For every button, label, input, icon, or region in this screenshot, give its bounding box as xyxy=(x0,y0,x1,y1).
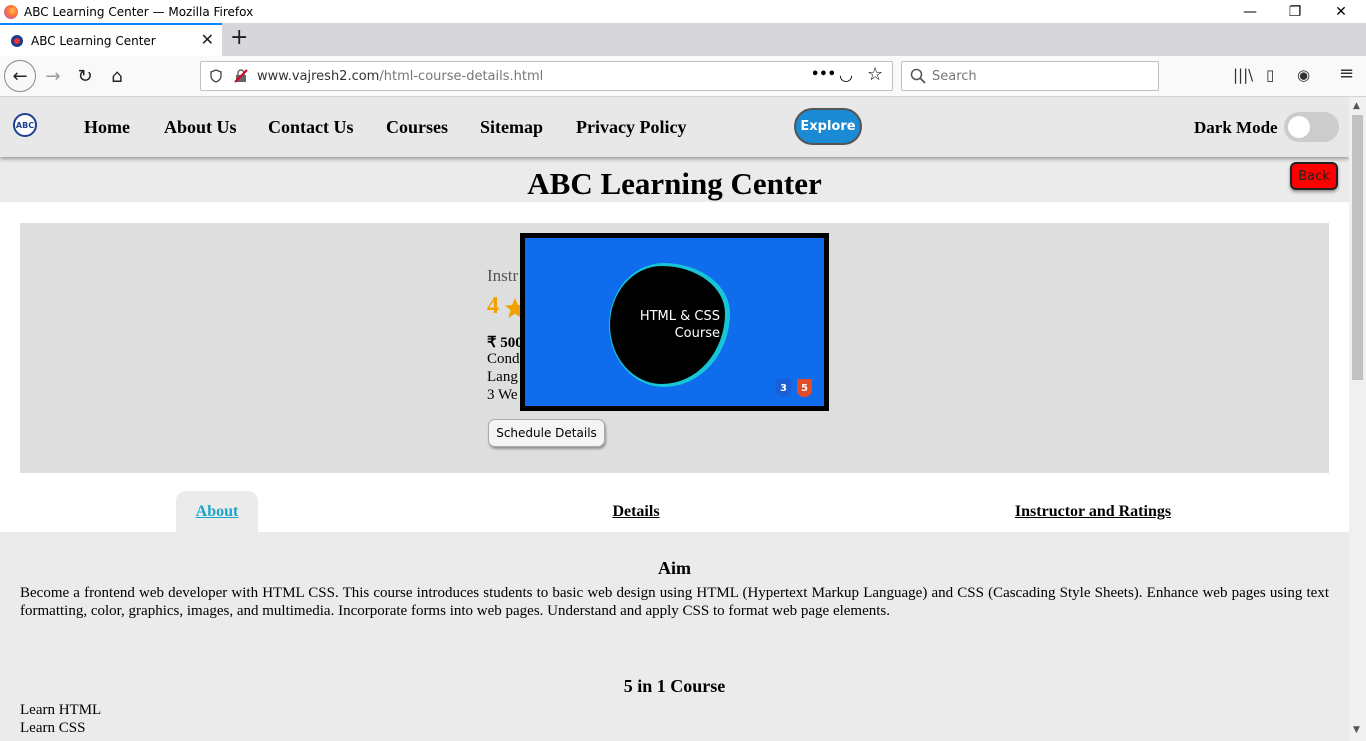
tab-about[interactable]: About xyxy=(176,491,258,532)
nav-about-us[interactable]: About Us xyxy=(164,117,237,138)
site-favicon-icon xyxy=(11,34,23,47)
home-button[interactable]: ⌂ xyxy=(102,61,132,91)
scrollbar-thumb[interactable] xyxy=(1352,115,1363,380)
course-thumbnail[interactable]: HTML & CSS Course 3 5 xyxy=(520,233,829,411)
five-in-one-heading: 5 in 1 Course xyxy=(623,676,726,696)
schedule-details-button[interactable]: Schedule Details xyxy=(488,419,605,447)
url-bar[interactable]: www.vajresh2.com/html-course-details.htm… xyxy=(200,61,893,91)
site-logo[interactable]: ABC xyxy=(13,113,37,137)
thumbnail-line-2: Course xyxy=(674,326,720,341)
scroll-down-icon[interactable]: ▼ xyxy=(1353,725,1360,735)
back-button[interactable]: ← xyxy=(4,60,36,92)
title-band: ABC Learning Center Back xyxy=(0,157,1349,202)
url-path: /html-course-details.html xyxy=(379,68,544,84)
learn-item: Learn CSS xyxy=(20,720,86,736)
shield-icon[interactable] xyxy=(209,69,223,83)
nav-contact-us[interactable]: Contact Us xyxy=(268,117,354,138)
search-placeholder: Search xyxy=(932,68,977,84)
course-language: Lang xyxy=(487,369,518,385)
firefox-logo-icon xyxy=(4,4,18,19)
page-viewport: ABC Home About Us Contact Us Courses Sit… xyxy=(0,97,1349,741)
navigation-toolbar: ← → ↻ ⌂ www.vajresh2.com/html-course-det… xyxy=(0,56,1366,97)
tab-strip: ABC Learning Center ✕ + xyxy=(0,23,1366,56)
aim-heading: Aim xyxy=(658,558,691,578)
instructor-text: Instr xyxy=(487,266,519,285)
page-actions-button[interactable]: ••• xyxy=(811,67,836,82)
insecure-lock-icon[interactable] xyxy=(233,68,249,84)
nav-privacy-policy[interactable]: Privacy Policy xyxy=(576,117,686,138)
search-bar[interactable]: Search xyxy=(901,61,1159,91)
nav-courses[interactable]: Courses xyxy=(386,117,448,138)
thumbnail-text: HTML & CSS Course xyxy=(625,308,720,342)
course-duration: 3 We xyxy=(487,387,518,403)
page-title: ABC Learning Center xyxy=(527,166,822,201)
explore-button[interactable]: Explore xyxy=(794,108,862,145)
site-navbar: ABC Home About Us Contact Us Courses Sit… xyxy=(0,97,1349,157)
browser-tab[interactable]: ABC Learning Center ✕ xyxy=(0,23,222,56)
tab-instructor-ratings[interactable]: Instructor and Ratings xyxy=(1005,491,1181,532)
thumbnail-canvas: HTML & CSS Course 3 5 xyxy=(525,238,824,406)
restore-button[interactable]: ❐ xyxy=(1272,0,1318,23)
new-tab-button[interactable]: + xyxy=(230,25,248,50)
scroll-up-icon[interactable]: ▲ xyxy=(1353,101,1360,111)
thumbnail-line-1: HTML & CSS xyxy=(639,309,720,324)
course-tabs: About Details Instructor and Ratings xyxy=(0,491,1349,532)
course-price: ₹ 500 xyxy=(487,335,523,351)
account-icon[interactable]: ◉ xyxy=(1297,66,1310,84)
bookmark-star-icon[interactable]: ☆ xyxy=(867,64,883,85)
close-window-button[interactable]: ✕ xyxy=(1318,0,1364,23)
forward-button[interactable]: → xyxy=(38,61,68,91)
tab-details[interactable]: Details xyxy=(600,491,672,532)
pocket-icon[interactable]: ◡ xyxy=(839,65,853,84)
back-page-button[interactable]: Back xyxy=(1290,162,1338,190)
minimize-button[interactable]: — xyxy=(1227,0,1273,23)
nav-sitemap[interactable]: Sitemap xyxy=(480,117,543,138)
url-host: www.vajresh2.com xyxy=(257,68,380,84)
window-titlebar: ABC Learning Center — Mozilla Firefox — … xyxy=(0,0,1366,23)
tab-title: ABC Learning Center xyxy=(31,33,156,48)
library-icon[interactable]: |||\ xyxy=(1233,66,1253,84)
menu-icon[interactable]: ≡ xyxy=(1339,63,1354,84)
dark-mode-toggle[interactable] xyxy=(1284,112,1339,142)
reload-button[interactable]: ↻ xyxy=(70,61,100,91)
close-tab-icon[interactable]: ✕ xyxy=(201,30,214,49)
course-condition: Cond xyxy=(487,351,520,367)
rating-value: 4 xyxy=(487,293,499,319)
search-icon xyxy=(910,68,926,84)
css3-icon: 3 xyxy=(776,379,791,397)
window-title: ABC Learning Center — Mozilla Firefox xyxy=(24,4,254,19)
about-content: Aim Become a frontend web developer with… xyxy=(0,532,1349,741)
toggle-knob xyxy=(1288,116,1310,138)
dark-mode-label: Dark Mode xyxy=(1194,118,1278,137)
learn-item: Learn HTML xyxy=(20,702,102,718)
sidebar-icon[interactable]: ▯ xyxy=(1266,66,1274,84)
html5-icon: 5 xyxy=(797,379,812,397)
page-scrollbar[interactable]: ▲ ▼ xyxy=(1349,97,1366,741)
nav-home[interactable]: Home xyxy=(84,117,130,138)
aim-text: Become a frontend web developer with HTM… xyxy=(20,585,1329,619)
